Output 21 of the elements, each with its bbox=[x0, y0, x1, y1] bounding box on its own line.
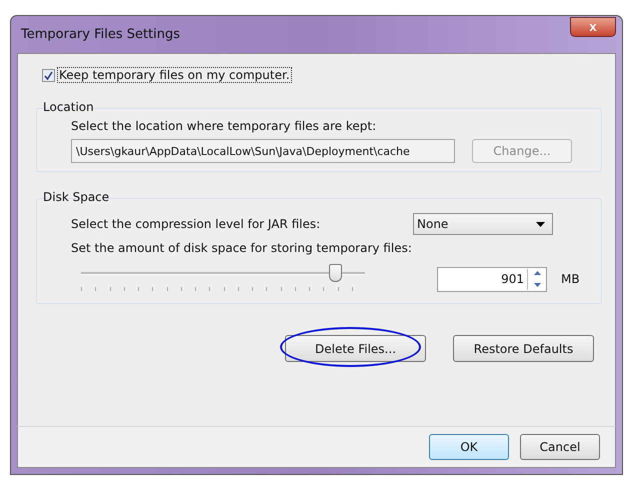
dialog-button[interactable]: OK bbox=[429, 434, 509, 460]
amount-label: Set the amount of disk space for storing temporary files: bbox=[71, 241, 413, 255]
dropdown-arrow-icon bbox=[536, 222, 545, 226]
slider-thumb[interactable] bbox=[328, 264, 342, 282]
action-button[interactable]: Restore Defaults bbox=[453, 335, 594, 362]
checkbox-label[interactable]: Keep temporary files on my computer. bbox=[58, 68, 291, 82]
disk-space-slider[interactable] bbox=[81, 264, 365, 294]
group-legend: Location bbox=[43, 100, 602, 114]
spin-down-icon[interactable] bbox=[534, 283, 540, 288]
location-prompt: Select the location where temporary files are kept: bbox=[71, 119, 378, 133]
amount-spinbox[interactable]: 901 bbox=[437, 266, 547, 292]
window-title: Temporary Files Settings bbox=[21, 27, 180, 42]
group-legend: Disk Space bbox=[43, 190, 602, 204]
action-button[interactable]: Delete Files... bbox=[285, 335, 426, 362]
spin-up-icon[interactable] bbox=[534, 270, 540, 275]
compression-dropdown[interactable]: None bbox=[413, 213, 553, 235]
compression-label: Select the compression level for JAR files: bbox=[71, 217, 320, 231]
checkbox[interactable] bbox=[42, 68, 55, 82]
unit-label: MB bbox=[561, 272, 580, 286]
dialog-button[interactable]: Cancel bbox=[520, 434, 600, 460]
path-field[interactable]: \Users\gkaur\AppData\LocalLow\Sun\Java\Deployment\cache bbox=[71, 139, 455, 163]
